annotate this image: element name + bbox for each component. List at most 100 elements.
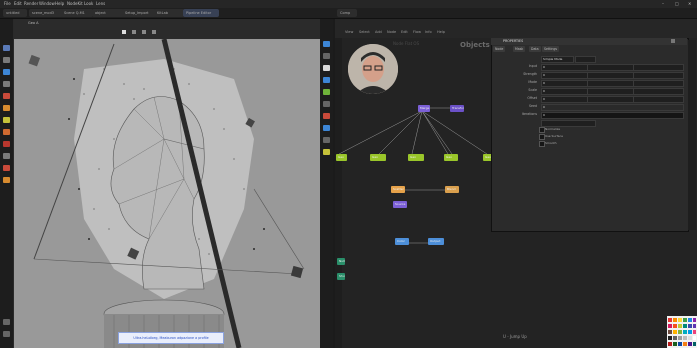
tab-4[interactable]: Setup_Import xyxy=(122,9,156,17)
node-geo-4[interactable]: Geo xyxy=(444,154,458,161)
tab-0[interactable]: untitled xyxy=(3,9,27,17)
panel-close-icon[interactable] xyxy=(671,39,675,43)
menu-help[interactable]: Help xyxy=(55,1,64,6)
prop-field-mode-b[interactable] xyxy=(587,80,634,87)
mesh-icon[interactable] xyxy=(323,89,330,95)
prop-field-offset-c[interactable] xyxy=(633,96,684,103)
node-null[interactable]: Null xyxy=(337,258,345,265)
prop-field-input-b[interactable] xyxy=(587,64,634,71)
tab-5[interactable]: KitLab xyxy=(154,9,184,17)
snap-tool-icon[interactable] xyxy=(3,177,10,183)
prop-field-scale-c[interactable] xyxy=(633,88,684,95)
tab-3[interactable]: object xyxy=(92,9,124,17)
menu-edit[interactable]: Edit xyxy=(14,1,22,6)
prop-section-dropdown[interactable] xyxy=(541,120,596,127)
menu-window[interactable]: Window xyxy=(39,1,55,6)
prop-field-iterations[interactable]: 0 xyxy=(541,112,684,119)
prop-field-input-c[interactable] xyxy=(633,64,684,71)
prop-field-mode-c[interactable] xyxy=(633,80,684,87)
sculpt-tool-icon[interactable] xyxy=(3,117,10,123)
mask-tool-icon[interactable] xyxy=(3,165,10,171)
prop-field-strength-b[interactable] xyxy=(587,72,634,79)
node-geo-1[interactable]: Geo xyxy=(336,154,347,161)
prop-field-offset[interactable]: 0 xyxy=(541,96,588,103)
minimize-icon[interactable]: – xyxy=(662,1,664,6)
menu-nodekit[interactable]: NodeKit xyxy=(67,1,83,6)
prop-field-strength-c[interactable] xyxy=(633,72,684,79)
node-blend[interactable]: Blend xyxy=(445,186,459,193)
properties-scrollbar[interactable] xyxy=(688,40,696,230)
view-icon[interactable] xyxy=(323,41,330,47)
camera-tool-icon[interactable] xyxy=(3,153,10,159)
ne-menu-info[interactable]: Info xyxy=(425,30,432,34)
node-scatter[interactable]: Scatter xyxy=(391,186,405,193)
viewport-canvas[interactable] xyxy=(14,39,320,348)
props-tab-node[interactable]: Node xyxy=(493,46,506,52)
move-tool-icon[interactable] xyxy=(3,57,10,63)
overlay-icon[interactable] xyxy=(152,30,156,34)
light-tool-icon[interactable] xyxy=(3,129,10,135)
ne-menu-add[interactable]: Add xyxy=(375,30,382,34)
paint-tool-icon[interactable] xyxy=(3,105,10,111)
prop-field-scale-b[interactable] xyxy=(587,88,634,95)
maximize-icon[interactable]: □ xyxy=(675,1,679,6)
layers-tool-icon[interactable] xyxy=(3,331,10,337)
prop-field-input[interactable]: 0 xyxy=(541,64,588,71)
erase-tool-icon[interactable] xyxy=(3,141,10,147)
texture-icon[interactable] xyxy=(323,149,330,155)
ne-menu-flow[interactable]: Flow xyxy=(413,30,421,34)
color-palette-icon[interactable] xyxy=(667,316,697,348)
menu-lens[interactable]: Lens xyxy=(96,1,105,6)
data-icon[interactable] xyxy=(323,137,330,143)
menu-look[interactable]: Look xyxy=(84,1,93,6)
physics-icon[interactable] xyxy=(323,113,330,119)
rotate-tool-icon[interactable] xyxy=(3,69,10,75)
prop-field-seed[interactable]: 0 xyxy=(541,104,684,111)
prop-dropdown-extra[interactable] xyxy=(575,56,596,63)
viewport-caption: Ultra.heLolbeg, Meaburon adpazione a pro… xyxy=(118,332,224,344)
shading-icon[interactable] xyxy=(142,30,146,34)
prop-field-strength[interactable]: 0 xyxy=(541,72,588,79)
wireframe-icon[interactable] xyxy=(132,30,136,34)
node-geo-3[interactable]: Geo xyxy=(408,154,424,161)
node-merge[interactable]: Merge xyxy=(418,105,430,112)
constraint-icon[interactable] xyxy=(323,125,330,131)
settings-tool-icon[interactable] xyxy=(3,319,10,325)
props-tab-data[interactable]: Data xyxy=(529,46,541,52)
node-geo-2[interactable]: Geo xyxy=(370,154,386,161)
checkbox-normalize-label: Normalize xyxy=(545,127,561,131)
ne-menu-edit[interactable]: Edit xyxy=(401,30,408,34)
material-icon[interactable] xyxy=(323,77,330,83)
node-shuffle[interactable]: Shuffle xyxy=(337,273,345,280)
select-tool-icon[interactable] xyxy=(3,45,10,51)
prop-field-scale[interactable]: 0 xyxy=(541,88,588,95)
light-icon[interactable] xyxy=(323,65,330,71)
ne-menu-select[interactable]: Select xyxy=(359,30,370,34)
node-color[interactable]: Color xyxy=(395,238,409,245)
menu-render[interactable]: Render xyxy=(24,1,38,6)
node-editor-header: View Select Add Node Edit Flow Info Help xyxy=(335,19,697,38)
prop-dropdown[interactable]: Simple Mode xyxy=(541,56,574,63)
tab-7[interactable]: Comp xyxy=(337,9,357,17)
view-mode-icon[interactable] xyxy=(122,30,126,34)
tab-6[interactable]: Pipeline Editor xyxy=(183,9,219,17)
node-source[interactable]: Source xyxy=(393,201,407,208)
prop-field-offset-b[interactable] xyxy=(587,96,634,103)
ne-menu-view[interactable]: View xyxy=(345,30,353,34)
menu-file[interactable]: File xyxy=(4,1,11,6)
ne-menu-node[interactable]: Node xyxy=(387,30,396,34)
modifier-icon[interactable] xyxy=(323,101,330,107)
grid-icon[interactable] xyxy=(323,53,330,59)
close-icon[interactable]: ✕ xyxy=(688,1,691,6)
props-tab-mask[interactable]: Mask xyxy=(513,46,526,52)
scale-tool-icon[interactable] xyxy=(3,81,10,87)
brush-tool-icon[interactable] xyxy=(3,93,10,99)
sculpt-scene xyxy=(14,39,320,348)
node-output[interactable]: Output xyxy=(428,238,444,245)
tab-1[interactable]: scene_mod3 xyxy=(29,9,63,17)
props-tab-settings[interactable]: Settings xyxy=(542,46,560,52)
tab-2[interactable]: Scene Q.M1 xyxy=(61,9,93,17)
ne-menu-help[interactable]: Help xyxy=(437,30,445,34)
node-transform[interactable]: Transform xyxy=(450,105,464,112)
prop-field-mode[interactable]: 0 xyxy=(541,80,588,87)
